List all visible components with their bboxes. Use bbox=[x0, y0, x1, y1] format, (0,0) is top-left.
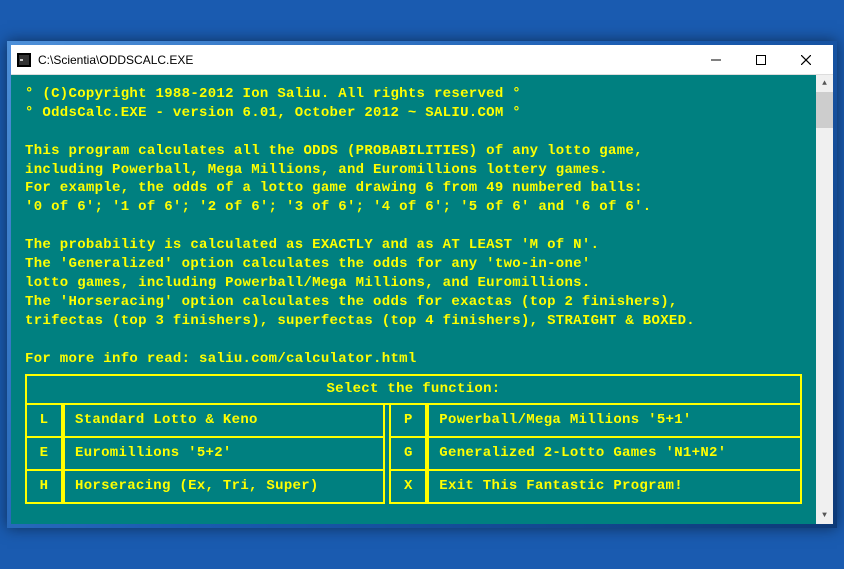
menu-label-euromillions[interactable]: Euromillions '5+2' bbox=[63, 438, 385, 471]
menu-key-p[interactable]: P bbox=[389, 405, 427, 438]
menu-key-h[interactable]: H bbox=[25, 471, 63, 504]
window-frame: C:\Scientia\ODDSCALC.EXE ° (C)Copyright … bbox=[7, 41, 837, 528]
console-line: This program calculates all the ODDS (PR… bbox=[25, 142, 802, 161]
console-line: The probability is calculated as EXACTLY… bbox=[25, 236, 802, 255]
scroll-track[interactable] bbox=[816, 128, 833, 507]
console-output: ° (C)Copyright 1988-2012 Ion Saliu. All … bbox=[11, 75, 816, 524]
console-area: ° (C)Copyright 1988-2012 Ion Saliu. All … bbox=[11, 75, 833, 524]
menu-key-x[interactable]: X bbox=[389, 471, 427, 504]
titlebar-path: C:\Scientia\ODDSCALC.EXE bbox=[38, 53, 693, 67]
window-controls bbox=[693, 45, 828, 74]
console-line: trifectas (top 3 finishers), superfectas… bbox=[25, 312, 802, 331]
console-line: lotto games, including Powerball/Mega Mi… bbox=[25, 274, 802, 293]
maximize-button[interactable] bbox=[738, 45, 783, 74]
menu-label-generalized[interactable]: Generalized 2-Lotto Games 'N1+N2' bbox=[427, 438, 802, 471]
menu-key-e[interactable]: E bbox=[25, 438, 63, 471]
minimize-button[interactable] bbox=[693, 45, 738, 74]
console-line bbox=[25, 217, 802, 236]
scroll-up-arrow-icon[interactable]: ▲ bbox=[816, 75, 833, 92]
console-line: The 'Horseracing' option calculates the … bbox=[25, 293, 802, 312]
menu-label-exit[interactable]: Exit This Fantastic Program! bbox=[427, 471, 802, 504]
console-line bbox=[25, 123, 802, 142]
scroll-down-arrow-icon[interactable]: ▼ bbox=[816, 507, 833, 524]
menu-key-l[interactable]: L bbox=[25, 405, 63, 438]
console-line bbox=[25, 331, 802, 350]
console-line: including Powerball, Mega Millions, and … bbox=[25, 161, 802, 180]
app-icon bbox=[16, 52, 32, 68]
console-line: '0 of 6'; '1 of 6'; '2 of 6'; '3 of 6'; … bbox=[25, 198, 802, 217]
menu-label-lotto[interactable]: Standard Lotto & Keno bbox=[63, 405, 385, 438]
menu-label-powerball[interactable]: Powerball/Mega Millions '5+1' bbox=[427, 405, 802, 438]
console-line: ° (C)Copyright 1988-2012 Ion Saliu. All … bbox=[25, 85, 802, 104]
function-menu: Select the function: L Standard Lotto & … bbox=[25, 374, 802, 504]
menu-key-g[interactable]: G bbox=[389, 438, 427, 471]
scroll-thumb[interactable] bbox=[816, 92, 833, 128]
console-line: The 'Generalized' option calculates the … bbox=[25, 255, 802, 274]
vertical-scrollbar[interactable]: ▲ ▼ bbox=[816, 75, 833, 524]
close-button[interactable] bbox=[783, 45, 828, 74]
console-line: For example, the odds of a lotto game dr… bbox=[25, 179, 802, 198]
console-line: For more info read: saliu.com/calculator… bbox=[25, 350, 802, 369]
menu-label-horseracing[interactable]: Horseracing (Ex, Tri, Super) bbox=[63, 471, 385, 504]
console-line: ° OddsCalc.EXE - version 6.01, October 2… bbox=[25, 104, 802, 123]
menu-title: Select the function: bbox=[25, 374, 802, 405]
titlebar[interactable]: C:\Scientia\ODDSCALC.EXE bbox=[11, 45, 833, 75]
